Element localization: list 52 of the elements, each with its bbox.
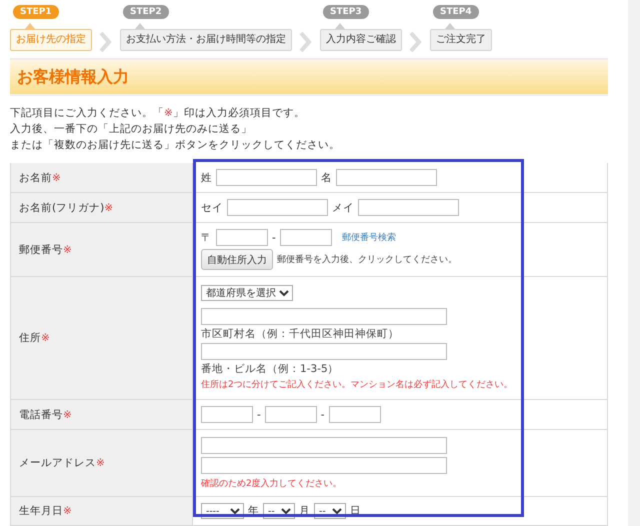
field-label: メールアドレス※ — [19, 456, 105, 470]
hint-text: 郵便番号を入力後、クリックしてください。 — [277, 254, 457, 266]
field-caption: 市区町村名（例：千代田区神田神保町） — [201, 327, 400, 341]
step-label: ご注文完了 — [430, 29, 492, 51]
input-field[interactable] — [264, 406, 317, 423]
chevron-icon — [98, 31, 112, 53]
input-field[interactable] — [201, 457, 447, 474]
prefecture-dropdown[interactable]: 都道府県を選択 — [201, 285, 293, 301]
input-field[interactable] — [201, 308, 447, 325]
separator-text: - — [257, 408, 261, 420]
intro-text: 入力後、一番下の「上記のお届け先のみに送る」 — [10, 122, 253, 137]
field-caption: 番地・ビル名（例：1-3-5） — [201, 362, 340, 376]
section-heading: お客様情報入力 — [10, 60, 608, 94]
chevron-icon — [408, 31, 422, 53]
field-prefix: 〒 — [201, 230, 212, 244]
intro-text: 下記項目にご入力ください。「※」印は入力必須項目です。 — [10, 106, 306, 121]
separator-text: - — [320, 408, 325, 420]
step-label: 入力内容ご確認 — [320, 29, 402, 51]
field-label: お名前※ — [19, 170, 61, 184]
step-badge: STEP2 — [123, 5, 169, 19]
postal-search-link[interactable]: 郵便番号検索 — [342, 231, 396, 244]
input-field[interactable] — [201, 437, 447, 454]
auto-address-button[interactable]: 自動住所入力 — [201, 249, 273, 270]
field-label: 生年月日※ — [19, 504, 72, 518]
step-badge: STEP1 — [13, 5, 59, 19]
step-label: お支払い方法・お届け時間等の指定 — [120, 29, 292, 51]
step-badge: STEP4 — [433, 5, 479, 19]
field-label: 電話番号※ — [19, 408, 72, 422]
field-prefix: メイ — [332, 200, 354, 214]
input-field[interactable] — [201, 343, 447, 360]
intro-text: または「複数のお届け先に送る」ボタンをクリックしてください。 — [10, 138, 341, 153]
input-field[interactable] — [328, 406, 381, 423]
step-badge: STEP3 — [323, 5, 369, 19]
step-label: お届け先の指定 — [10, 29, 92, 51]
unit-text: 年 — [248, 504, 259, 518]
field-prefix: セイ — [201, 200, 223, 214]
field-label: 郵便番号※ — [19, 242, 72, 256]
input-field[interactable] — [280, 229, 332, 246]
input-field[interactable] — [201, 406, 253, 423]
note-text: 住所は2つに分けてご記入ください。マンション名は必ず記入してください。 — [201, 378, 514, 391]
field-label: お名前(フリガナ)※ — [19, 200, 114, 214]
input-field[interactable] — [227, 199, 328, 216]
field-label: 住所※ — [19, 331, 50, 345]
field-prefix: 名 — [321, 170, 332, 184]
field-prefix: 姓 — [201, 170, 212, 184]
note-text: 確認のため2度入力してください。 — [201, 478, 343, 490]
input-field[interactable] — [216, 229, 268, 246]
input-field[interactable] — [216, 169, 317, 186]
input-field[interactable] — [336, 169, 437, 186]
chevron-icon — [298, 31, 312, 53]
separator-text: - — [272, 232, 276, 244]
input-field[interactable] — [358, 199, 459, 216]
